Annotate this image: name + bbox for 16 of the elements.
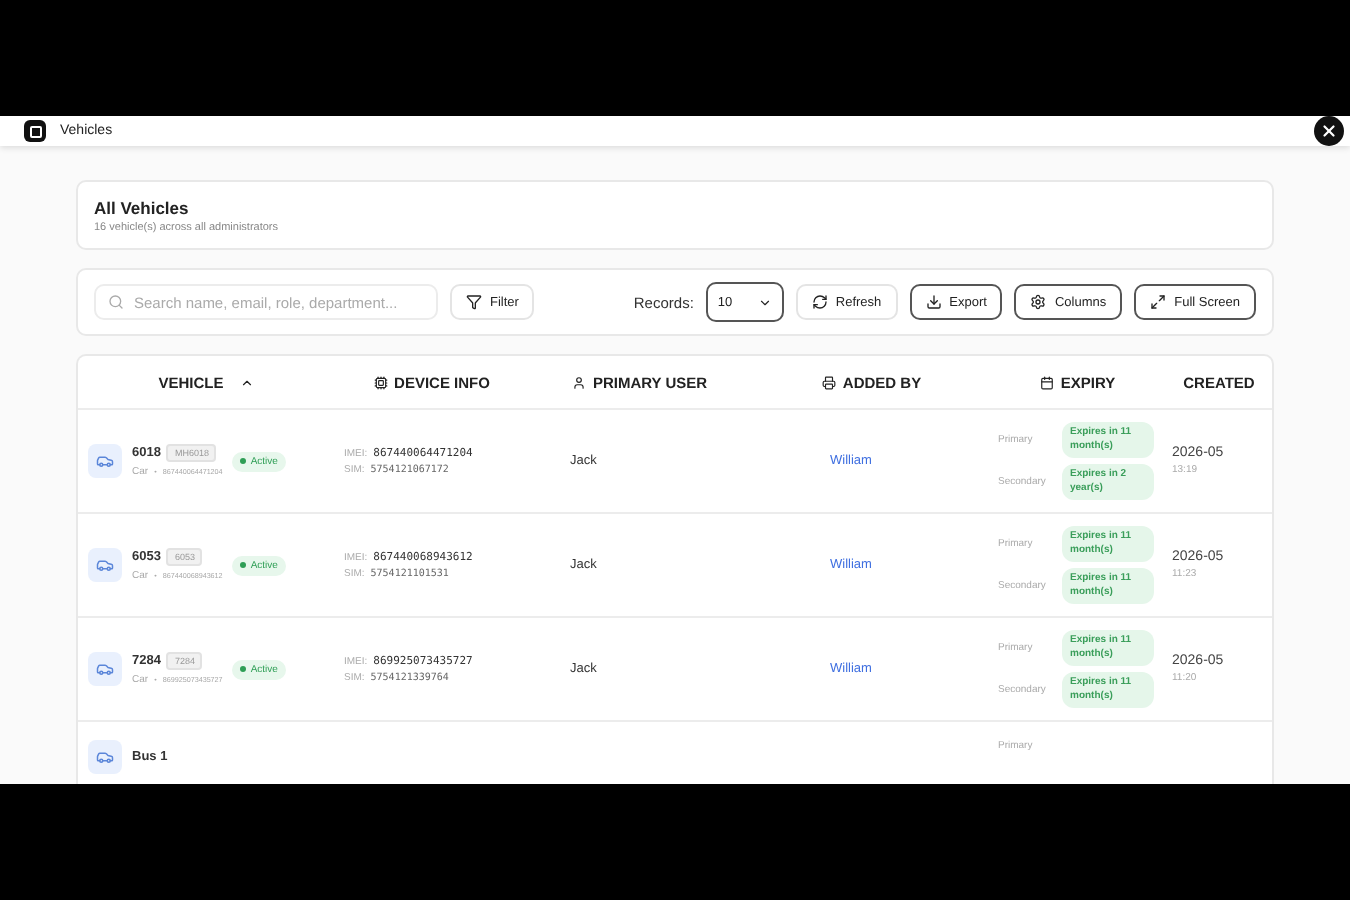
printer-icon bbox=[822, 375, 837, 389]
refresh-icon bbox=[811, 294, 828, 310]
close-button[interactable] bbox=[1314, 116, 1344, 146]
close-icon bbox=[1320, 122, 1338, 140]
logo-icon bbox=[24, 120, 46, 142]
user-icon bbox=[572, 375, 587, 389]
sort-caret-icon bbox=[239, 375, 254, 389]
search-icon bbox=[108, 294, 124, 310]
filter-icon bbox=[466, 294, 482, 310]
chevron-down-icon bbox=[757, 295, 772, 309]
download-icon bbox=[925, 294, 942, 310]
expand-icon bbox=[1150, 294, 1167, 310]
settings-icon bbox=[1030, 294, 1047, 310]
calendar-icon bbox=[1040, 375, 1055, 389]
page-title: All Vehicles bbox=[94, 198, 191, 218]
chip-icon bbox=[374, 375, 389, 389]
